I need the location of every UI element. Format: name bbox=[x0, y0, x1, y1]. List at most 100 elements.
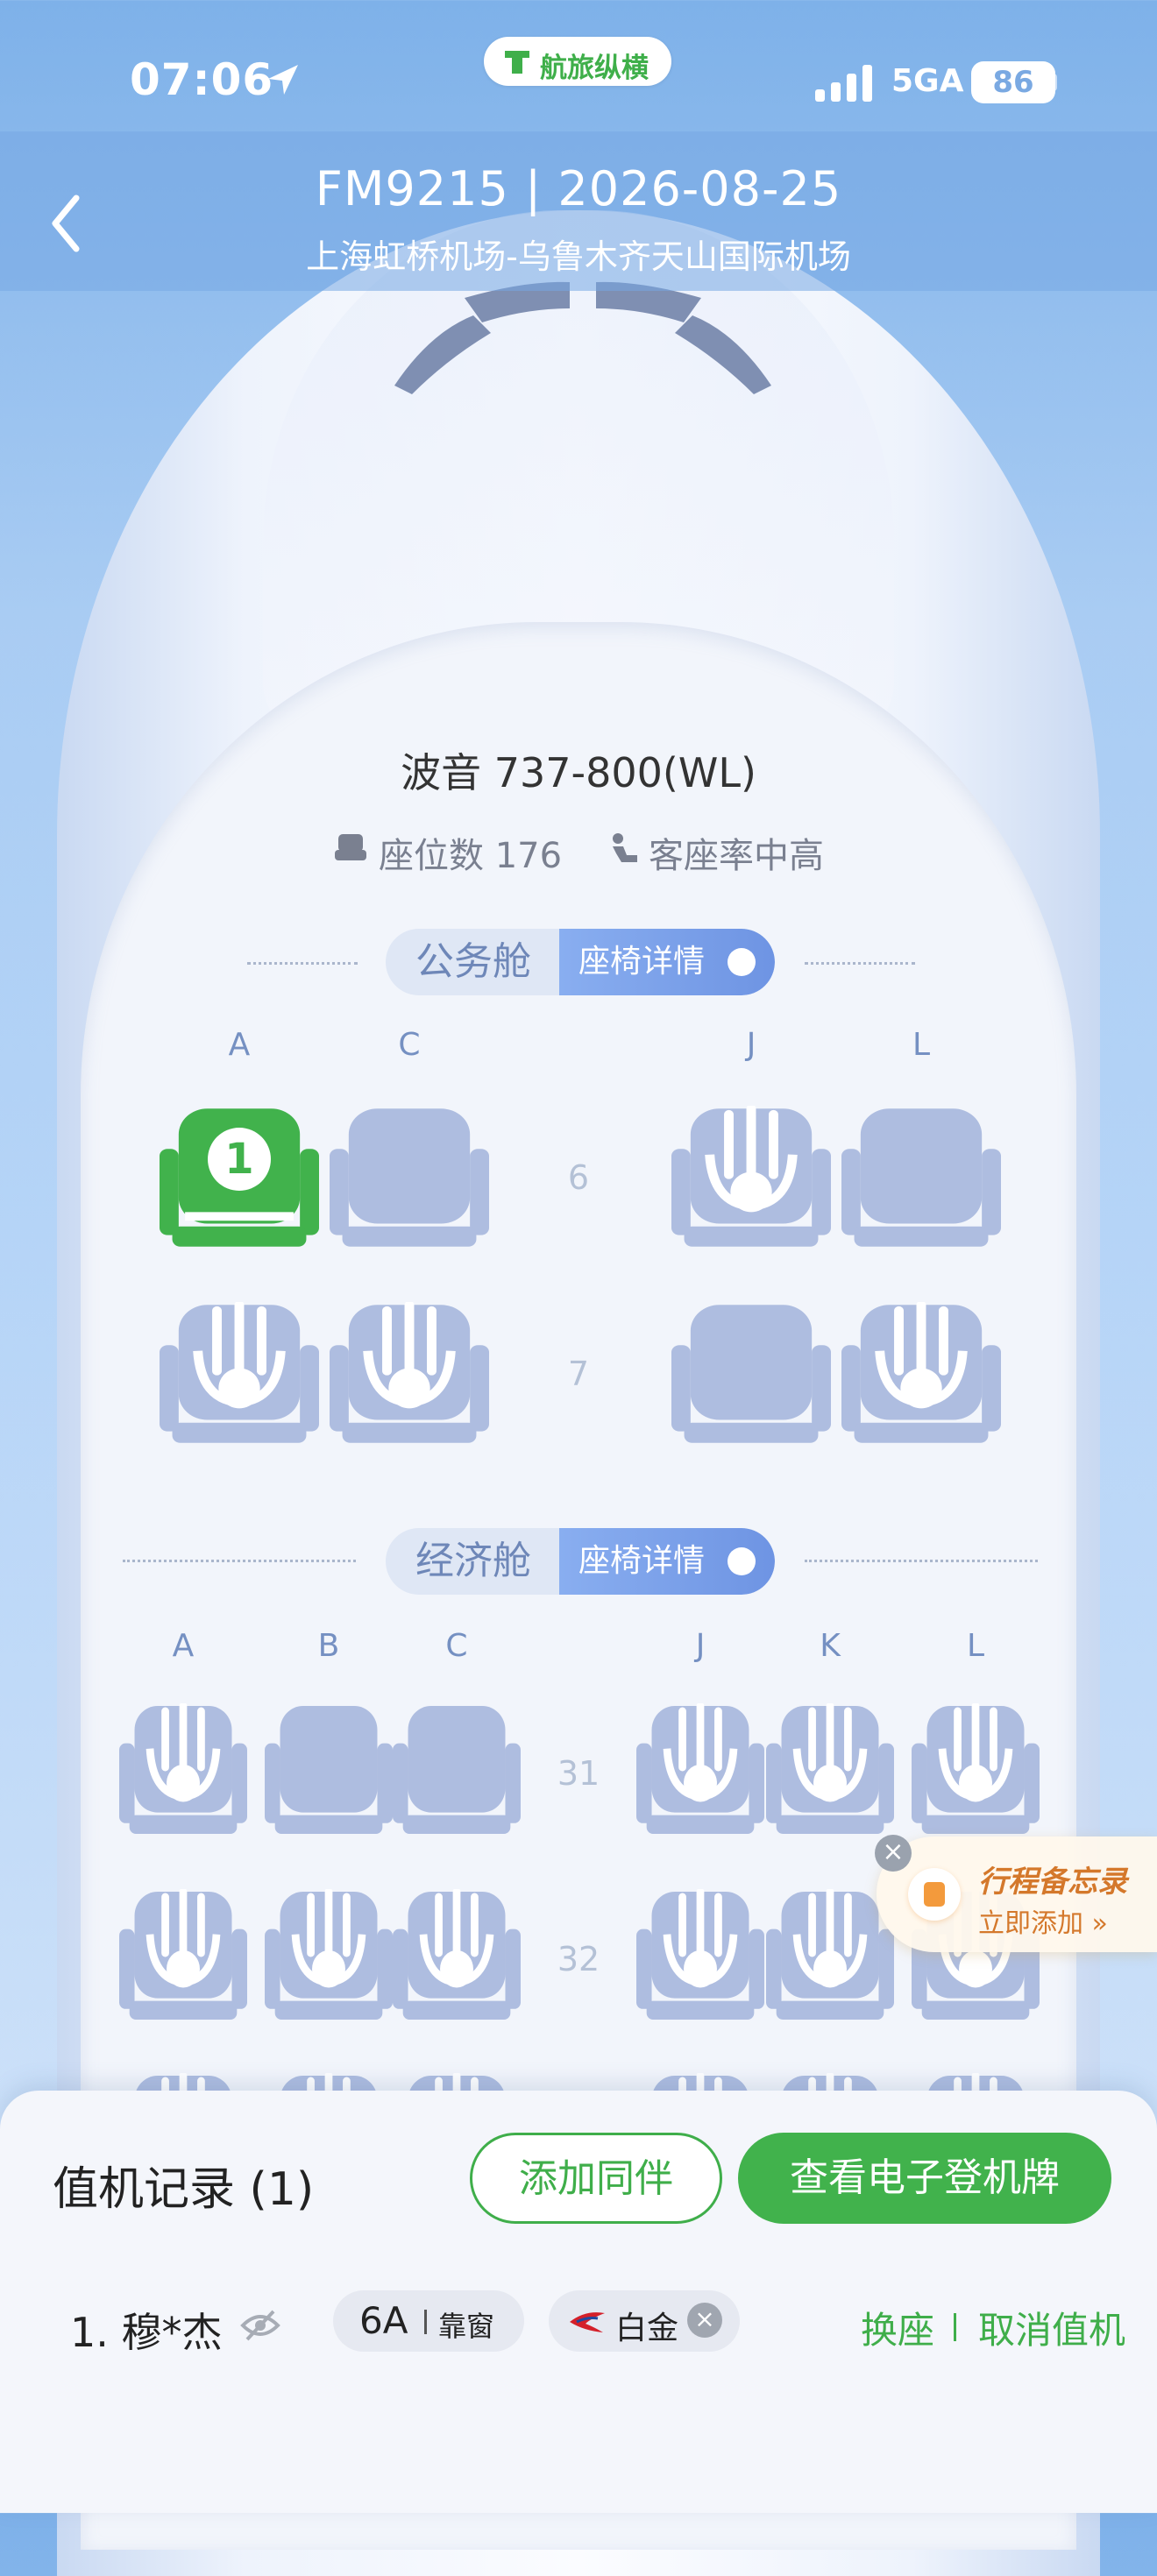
remove-icon[interactable]: × bbox=[687, 2303, 722, 2338]
seat-available[interactable] bbox=[393, 1703, 521, 1836]
passenger-icon bbox=[663, 1889, 738, 1988]
seat-chip: 6A 靠窗 bbox=[333, 2290, 524, 2352]
column-label: J bbox=[695, 1628, 706, 1664]
add-companion-button[interactable]: 添加同伴 bbox=[470, 2133, 722, 2224]
app-logo-icon bbox=[505, 51, 529, 74]
column-label: L bbox=[966, 1628, 985, 1664]
seat-occupied[interactable] bbox=[119, 1889, 247, 2022]
checkin-title: 值机记录 (1) bbox=[53, 2163, 315, 2216]
seat-occupied[interactable] bbox=[766, 1703, 894, 1836]
seat-occupied[interactable] bbox=[265, 1889, 393, 2022]
row-number: 6 bbox=[567, 1158, 590, 1197]
seat-occupied[interactable] bbox=[330, 1302, 489, 1446]
signal-icon bbox=[815, 65, 872, 102]
cabin-name: 经济舱 bbox=[415, 1539, 531, 1583]
passenger-icon bbox=[938, 1703, 1013, 1802]
column-label: K bbox=[820, 1628, 841, 1664]
itinerary-memo-widget[interactable]: 行程备忘录 立即添加 » bbox=[877, 1836, 1157, 1952]
seat-count: 座位数 176 bbox=[379, 836, 563, 876]
seat-detail-label: 座椅详情 bbox=[578, 944, 706, 980]
membership-tier: 白金 bbox=[615, 2311, 679, 2346]
flight-title: FM9215 | 2026-08-25 bbox=[315, 161, 842, 216]
flight-route: 上海虹桥机场-乌鲁木齐天山国际机场 bbox=[306, 237, 851, 276]
battery-tip bbox=[1050, 74, 1057, 91]
selected-seat-marker: 1 bbox=[208, 1127, 271, 1191]
seat-available[interactable] bbox=[671, 1302, 831, 1446]
link-divider bbox=[954, 2313, 956, 2341]
seat-number: 6A bbox=[359, 2299, 408, 2342]
cancel-checkin-link[interactable]: 取消值机 bbox=[978, 2301, 1125, 2354]
cockpit-windows bbox=[394, 281, 771, 394]
seat-available[interactable] bbox=[265, 1703, 393, 1836]
row-number: 7 bbox=[567, 1355, 590, 1393]
eye-off-icon[interactable] bbox=[240, 2310, 280, 2341]
passenger-icon bbox=[792, 1703, 868, 1802]
memo-action: 立即添加 » bbox=[978, 1908, 1108, 1939]
divider-line bbox=[247, 962, 358, 965]
boarding-pass-button[interactable]: 查看电子登机牌 bbox=[738, 2133, 1111, 2224]
row-number: 31 bbox=[557, 1754, 600, 1793]
passenger-icon bbox=[291, 1889, 366, 1988]
seat-occupied[interactable] bbox=[912, 1703, 1040, 1836]
seat-occupied[interactable] bbox=[766, 1889, 894, 2022]
passenger-icon bbox=[875, 1302, 968, 1409]
seat-occupied[interactable] bbox=[119, 1703, 247, 1836]
passenger-name: 1. 穆*杰 bbox=[70, 2309, 223, 2356]
seat-count-icon bbox=[335, 834, 366, 860]
seat-selected[interactable]: 1 bbox=[160, 1106, 319, 1249]
divider-line bbox=[123, 1560, 356, 1562]
passenger-icon bbox=[146, 1703, 221, 1802]
economy-seat-detail-button[interactable]: 座椅详情 bbox=[559, 1528, 775, 1595]
seat-occupied[interactable] bbox=[636, 1703, 764, 1836]
app-badge[interactable]: 航旅纵横 bbox=[484, 37, 671, 86]
aircraft-model: 波音 737-800(WL) bbox=[401, 749, 756, 796]
seat-available[interactable] bbox=[841, 1106, 1001, 1249]
divider-line bbox=[805, 962, 915, 965]
battery-icon: 86 bbox=[971, 61, 1055, 103]
chevron-right-icon bbox=[728, 948, 756, 976]
seat-occupied[interactable] bbox=[393, 1889, 521, 2022]
location-arrow-icon bbox=[268, 65, 298, 95]
memo-title: 行程备忘录 bbox=[978, 1865, 1127, 1900]
business-seat-detail-button[interactable]: 座椅详情 bbox=[559, 929, 775, 995]
column-label: C bbox=[445, 1628, 468, 1664]
column-label: J bbox=[746, 1027, 756, 1063]
seat-type: 靠窗 bbox=[438, 2310, 495, 2343]
passenger-icon bbox=[792, 1889, 868, 1988]
app-name: 航旅纵横 bbox=[540, 53, 649, 84]
economy-cabin-pill: 经济舱 座椅详情 bbox=[386, 1528, 775, 1595]
column-label: A bbox=[228, 1027, 251, 1063]
column-label: L bbox=[912, 1027, 931, 1063]
seat-occupied[interactable] bbox=[636, 1889, 764, 2022]
network-label: 5GA bbox=[891, 63, 964, 99]
column-label: C bbox=[398, 1027, 421, 1063]
seat-shape bbox=[671, 1305, 831, 1443]
seat-shape bbox=[841, 1108, 1001, 1247]
seat-detail-label: 座椅详情 bbox=[578, 1543, 706, 1579]
seat-shape bbox=[393, 1706, 521, 1834]
passenger-icon bbox=[419, 1889, 494, 1988]
seat-occupied[interactable] bbox=[160, 1302, 319, 1446]
load-factor: 客座率中高 bbox=[649, 836, 824, 876]
battery-level: 86 bbox=[992, 65, 1034, 100]
seat-available[interactable] bbox=[330, 1106, 489, 1249]
row-number: 32 bbox=[557, 1940, 600, 1978]
passenger-load-icon bbox=[613, 833, 637, 862]
passenger-icon bbox=[663, 1703, 738, 1802]
seat-shape bbox=[330, 1108, 489, 1247]
divider-line bbox=[805, 1560, 1038, 1562]
chip-separator bbox=[424, 2310, 427, 2334]
seat-occupied[interactable] bbox=[841, 1302, 1001, 1446]
column-label: B bbox=[317, 1628, 340, 1664]
close-icon[interactable]: × bbox=[875, 1835, 912, 1872]
chevron-right-icon bbox=[728, 1547, 756, 1575]
cabin-name: 公务舱 bbox=[415, 939, 531, 984]
passenger-icon bbox=[705, 1106, 798, 1213]
memo-icon bbox=[908, 1868, 961, 1921]
seat-shape bbox=[265, 1706, 393, 1834]
passenger-icon bbox=[146, 1889, 221, 1988]
status-time: 07:06 bbox=[130, 54, 274, 105]
change-seat-link[interactable]: 换座 bbox=[861, 2301, 934, 2354]
passenger-icon bbox=[193, 1302, 286, 1409]
seat-occupied[interactable] bbox=[671, 1106, 831, 1249]
